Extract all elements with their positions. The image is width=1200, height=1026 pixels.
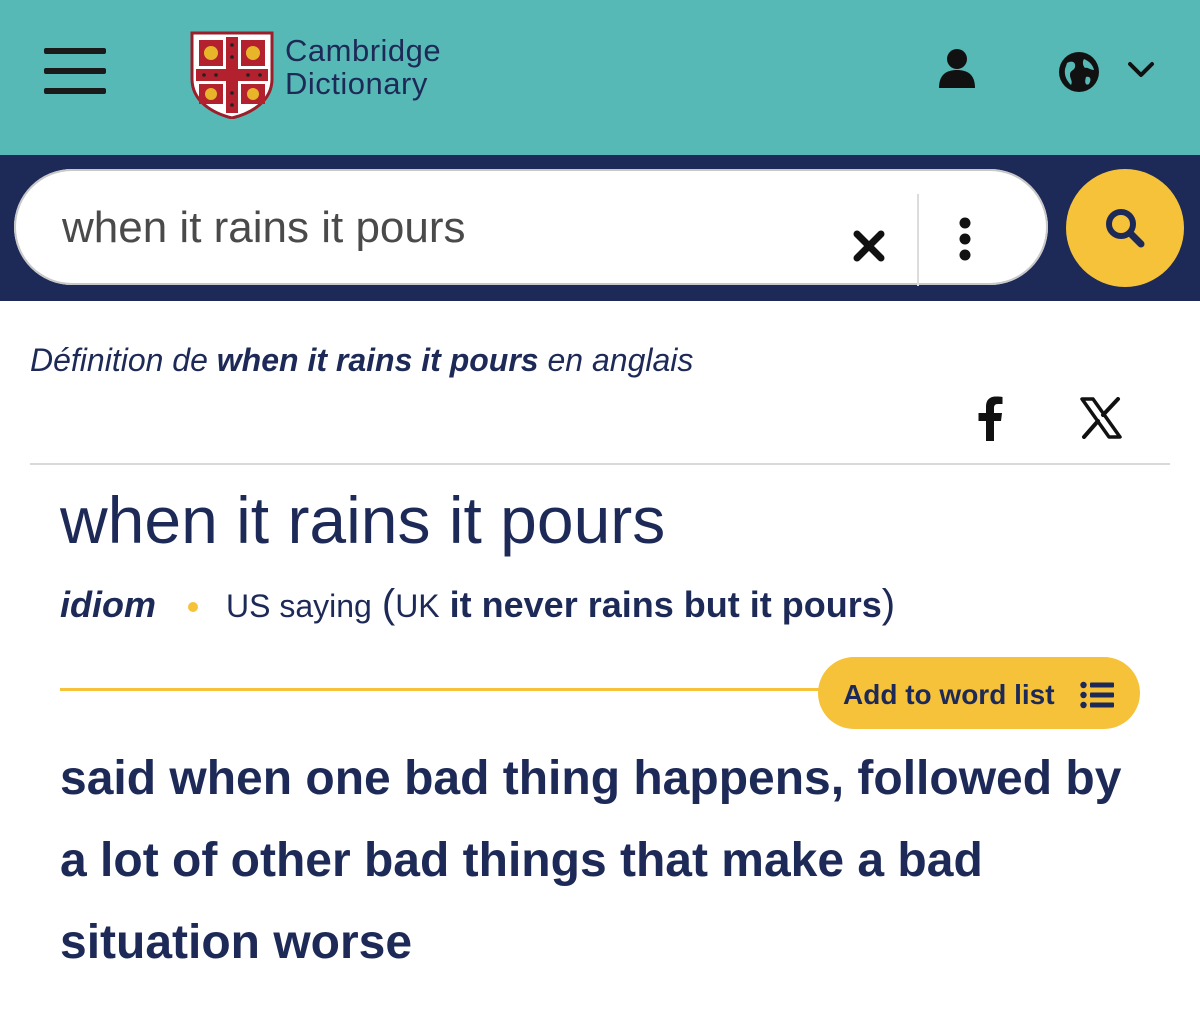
search-input[interactable]: when it rains it pours <box>62 203 466 253</box>
search-divider <box>917 194 919 286</box>
chevron-down-icon[interactable] <box>1126 60 1156 80</box>
logo-line-2: Dictionary <box>285 66 428 101</box>
top-header: Cambridge Dictionary <box>0 0 1200 155</box>
logo-text[interactable]: Cambridge Dictionary <box>285 34 441 100</box>
breadcrumb-term: when it rains it pours <box>216 342 539 378</box>
entry-headword: when it rains it pours <box>60 483 666 557</box>
logo-line-1: Cambridge <box>285 33 442 68</box>
facebook-icon[interactable] <box>977 395 1003 441</box>
more-options-icon[interactable] <box>958 217 972 261</box>
menu-icon[interactable] <box>44 48 106 94</box>
variant-region: UK <box>395 588 440 624</box>
entry-divider <box>60 688 830 691</box>
separator-dot <box>188 602 198 613</box>
usage-label: US saying <box>226 588 372 624</box>
add-to-word-list-button[interactable]: Add to word list <box>818 657 1140 729</box>
definition-text: said when one bad thing happens, followe… <box>60 752 1122 969</box>
add-to-word-list-label: Add to word list <box>843 679 1055 710</box>
breadcrumb-prefix: Définition de <box>30 342 217 378</box>
search-button[interactable] <box>1066 169 1184 287</box>
paren-open: ( <box>381 582 396 626</box>
section-divider <box>30 463 1170 465</box>
x-icon[interactable] <box>1080 397 1122 439</box>
paren-close: ) <box>881 582 896 626</box>
search-icon <box>1106 209 1145 248</box>
search-bar-area: when it rains it pours <box>0 155 1200 301</box>
cambridge-crest-logo[interactable] <box>190 31 274 119</box>
part-of-speech: idiom <box>60 584 156 625</box>
list-icon <box>1080 681 1114 709</box>
user-icon[interactable] <box>937 48 977 90</box>
globe-icon[interactable] <box>1058 51 1100 93</box>
variant-phrase[interactable]: it never rains but it pours <box>450 584 882 625</box>
clear-search-icon[interactable] <box>852 229 886 263</box>
search-box[interactable]: when it rains it pours <box>14 169 1048 286</box>
breadcrumb-suffix: en anglais <box>538 342 694 378</box>
part-of-speech-line: idiom US saying (UK it never rains but it… <box>60 582 895 627</box>
definition-breadcrumb: Définition de when it rains it pours en … <box>30 342 693 379</box>
